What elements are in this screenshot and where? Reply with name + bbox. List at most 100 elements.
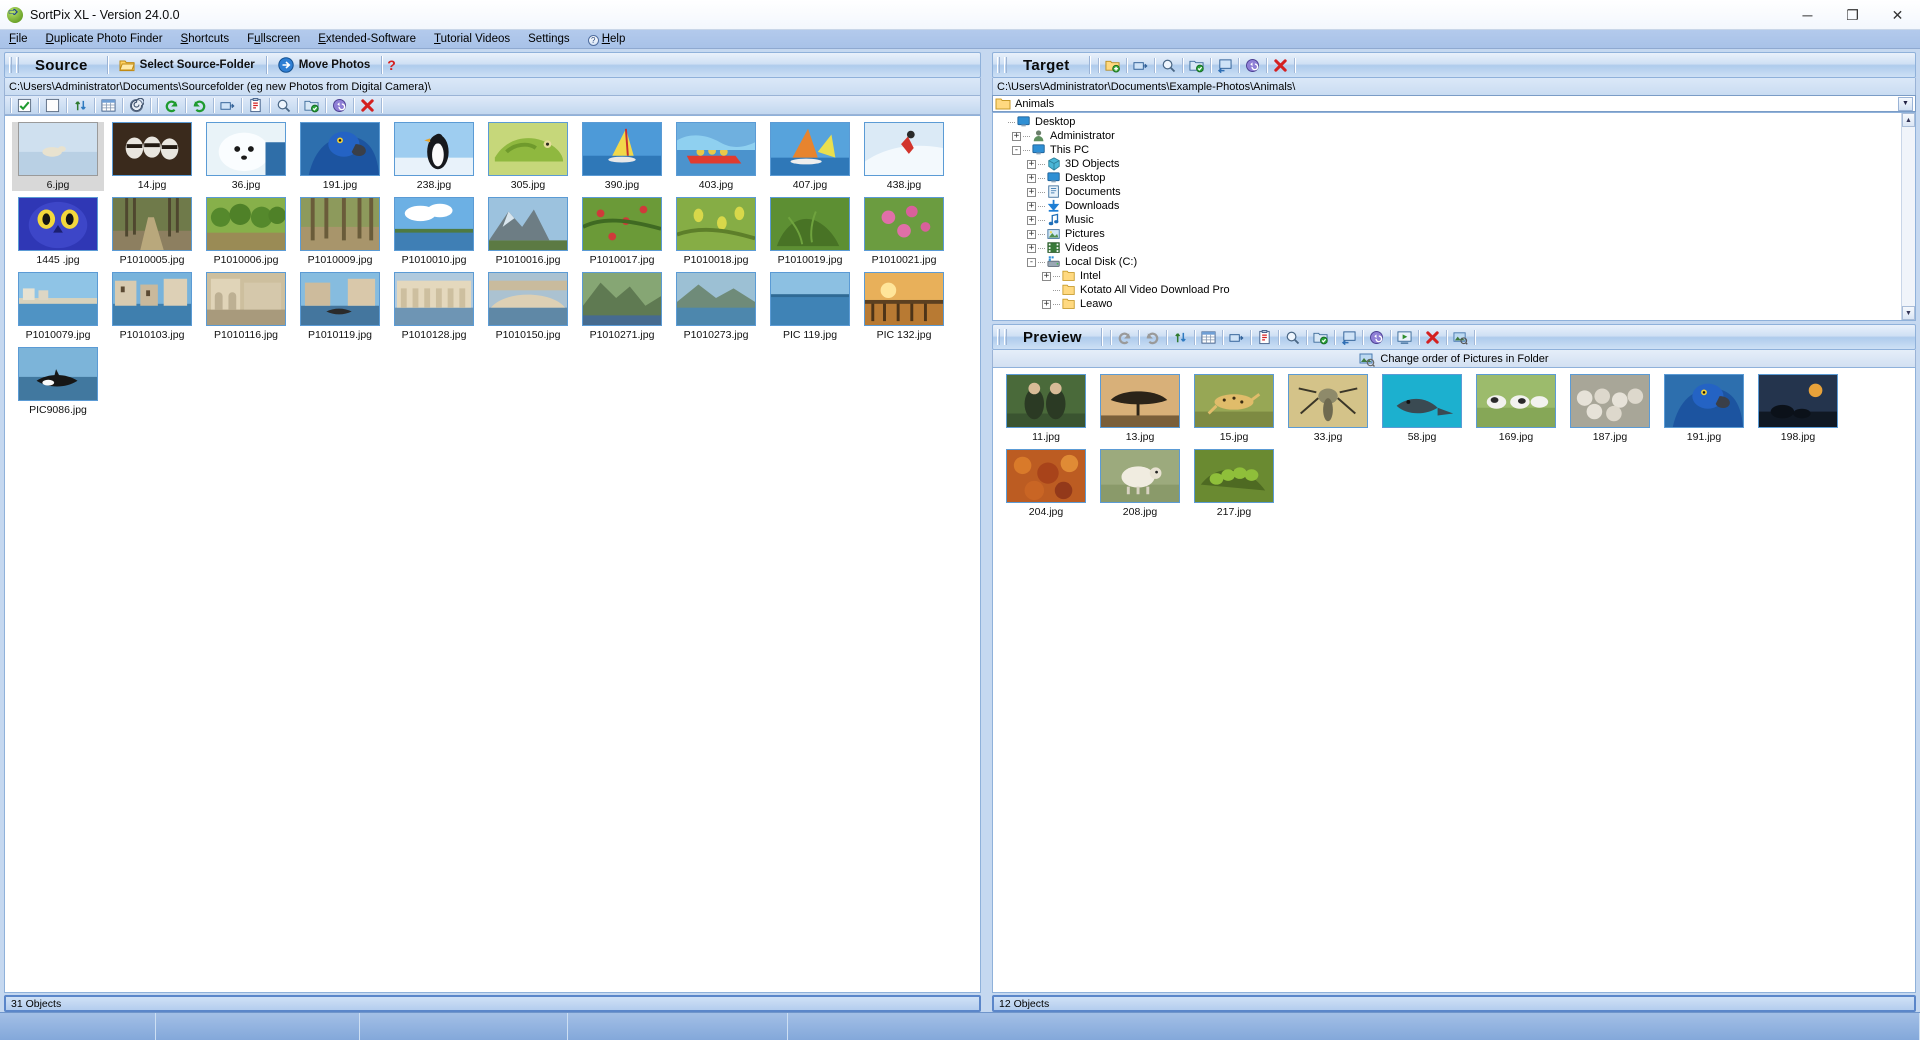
thumbnail-item[interactable]: P1010079.jpg [12, 272, 104, 341]
thumbnail-image[interactable] [300, 272, 380, 326]
deselect-all-icon[interactable] [42, 96, 63, 114]
thumbnail-image[interactable] [1100, 374, 1180, 428]
thumbnail-image[interactable] [300, 122, 380, 176]
thumbnail-image[interactable] [1570, 374, 1650, 428]
delete-icon[interactable] [357, 96, 378, 114]
thumbnail-image[interactable] [394, 197, 474, 251]
thumbnail-image[interactable] [112, 122, 192, 176]
expand-toggle-icon[interactable]: + [1027, 244, 1036, 253]
rotate-left-icon[interactable] [161, 96, 182, 114]
thumbnail-image[interactable] [394, 122, 474, 176]
thumbnail-item[interactable]: 33.jpg [1282, 374, 1374, 443]
thumbnail-item[interactable]: P1010005.jpg [106, 197, 198, 266]
drag-grip-target-2[interactable] [1004, 57, 1007, 73]
tree-item-this-pc[interactable]: -This PC [995, 143, 1915, 157]
move-back-icon[interactable] [1214, 56, 1235, 74]
expand-toggle-icon[interactable]: + [1042, 300, 1051, 309]
thumbnail-item[interactable]: 36.jpg [200, 122, 292, 191]
thumbnail-image[interactable] [1194, 374, 1274, 428]
thumbnail-image[interactable] [394, 272, 474, 326]
drag-grip-preview-2[interactable] [1004, 329, 1007, 345]
thumbnail-image[interactable] [112, 272, 192, 326]
details-view-icon[interactable] [98, 96, 119, 114]
thumbnail-image[interactable] [18, 272, 98, 326]
thumbnail-image[interactable] [206, 272, 286, 326]
thumbnail-image[interactable] [1664, 374, 1744, 428]
expand-toggle-icon[interactable]: + [1027, 202, 1036, 211]
thumbnail-image[interactable] [112, 197, 192, 251]
sort-updown-icon[interactable] [1170, 328, 1191, 346]
thumbnail-item[interactable]: 11.jpg [1000, 374, 1092, 443]
thumbnail-item[interactable]: P1010018.jpg [670, 197, 762, 266]
thumbnail-item[interactable]: 438.jpg [858, 122, 950, 191]
taskbar-cell-4[interactable] [568, 1013, 788, 1040]
thumbnail-item[interactable]: 58.jpg [1376, 374, 1468, 443]
taskbar-cell-5[interactable] [788, 1013, 1920, 1040]
thumbnail-image[interactable] [300, 197, 380, 251]
drag-grip-2[interactable] [16, 57, 19, 73]
thumbnail-item[interactable]: P1010116.jpg [200, 272, 292, 341]
thumbnail-item[interactable]: 305.jpg [482, 122, 574, 191]
thumbnail-image[interactable] [1006, 374, 1086, 428]
expand-toggle-icon[interactable]: + [1027, 174, 1036, 183]
mark-done-icon[interactable] [1310, 328, 1331, 346]
thumbnail-image[interactable] [18, 197, 98, 251]
thumbnail-image[interactable] [1288, 374, 1368, 428]
scroll-up-button[interactable]: ▲ [1902, 113, 1915, 127]
expand-toggle-icon[interactable]: + [1027, 160, 1036, 169]
thumbnail-image[interactable] [864, 197, 944, 251]
select-source-folder-button[interactable]: Select Source-Folder [113, 56, 261, 74]
thumbnail-item[interactable]: P1010017.jpg [576, 197, 668, 266]
new-folder-icon[interactable] [1102, 56, 1123, 74]
expand-toggle-icon[interactable]: + [1012, 132, 1021, 141]
expand-toggle-icon[interactable]: + [1027, 216, 1036, 225]
thumbnail-item[interactable]: P1010128.jpg [388, 272, 480, 341]
zoom-icon[interactable] [1282, 328, 1303, 346]
thumbnail-image[interactable] [582, 197, 662, 251]
thumbnail-item[interactable]: 191.jpg [1658, 374, 1750, 443]
thumbnail-item[interactable]: 14.jpg [106, 122, 198, 191]
thumbnail-image[interactable] [18, 122, 98, 176]
thumbnail-item[interactable]: 208.jpg [1094, 449, 1186, 518]
thumbnail-item[interactable]: P1010119.jpg [294, 272, 386, 341]
thumbnail-image[interactable] [206, 122, 286, 176]
drag-grip-target[interactable] [997, 57, 1000, 73]
close-button[interactable]: ✕ [1875, 0, 1920, 30]
thumbnail-item[interactable]: P1010010.jpg [388, 197, 480, 266]
thumbnail-image[interactable] [488, 272, 568, 326]
scroll-down-button[interactable]: ▼ [1902, 306, 1915, 320]
purple-circle-icon[interactable] [1366, 328, 1387, 346]
undo-icon[interactable] [1114, 328, 1135, 346]
expand-toggle-icon[interactable]: + [1027, 230, 1036, 239]
thumbnail-item[interactable]: P1010103.jpg [106, 272, 198, 341]
drag-grip[interactable] [9, 57, 12, 73]
thumbnail-item[interactable]: 204.jpg [1000, 449, 1092, 518]
drag-grip-preview[interactable] [997, 329, 1000, 345]
thumbnail-image[interactable] [676, 122, 756, 176]
collapse-toggle-icon[interactable]: - [1012, 146, 1021, 155]
rotate-right-icon[interactable] [189, 96, 210, 114]
thumbnail-item[interactable]: P1010009.jpg [294, 197, 386, 266]
thumbnail-item[interactable]: P1010016.jpg [482, 197, 574, 266]
thumbnail-item[interactable]: 198.jpg [1752, 374, 1844, 443]
tree-item-desktop[interactable]: +Desktop [995, 171, 1915, 185]
source-thumbnail-canvas[interactable]: 6.jpg14.jpg36.jpg191.jpg238.jpg305.jpg39… [4, 115, 981, 993]
menu-item-fullscreen[interactable]: Fullscreen [238, 30, 309, 49]
thumbnail-image[interactable] [1758, 374, 1838, 428]
target-folder-combo[interactable]: Animals ▼ [992, 95, 1916, 112]
menu-item-duplicate-photo-finder[interactable]: Duplicate Photo Finder [37, 30, 172, 49]
thumbnail-item[interactable]: 217.jpg [1188, 449, 1280, 518]
thumbnail-image[interactable] [864, 272, 944, 326]
taskbar-cell-2[interactable] [156, 1013, 360, 1040]
thumbnail-item[interactable]: P1010006.jpg [200, 197, 292, 266]
resize-icon[interactable] [217, 96, 238, 114]
thumbnail-image[interactable] [1382, 374, 1462, 428]
rename-folder-icon[interactable] [1130, 56, 1151, 74]
thumbnail-item[interactable]: P1010150.jpg [482, 272, 574, 341]
tree-item-downloads[interactable]: +Downloads [995, 199, 1915, 213]
thumbnail-image[interactable] [582, 272, 662, 326]
maximize-button[interactable]: ❐ [1830, 0, 1875, 30]
thumbnail-item[interactable]: PIC9086.jpg [12, 347, 104, 416]
thumbnail-item[interactable]: 1445 .jpg [12, 197, 104, 266]
tree-scrollbar[interactable]: ▲ ▼ [1901, 113, 1915, 320]
